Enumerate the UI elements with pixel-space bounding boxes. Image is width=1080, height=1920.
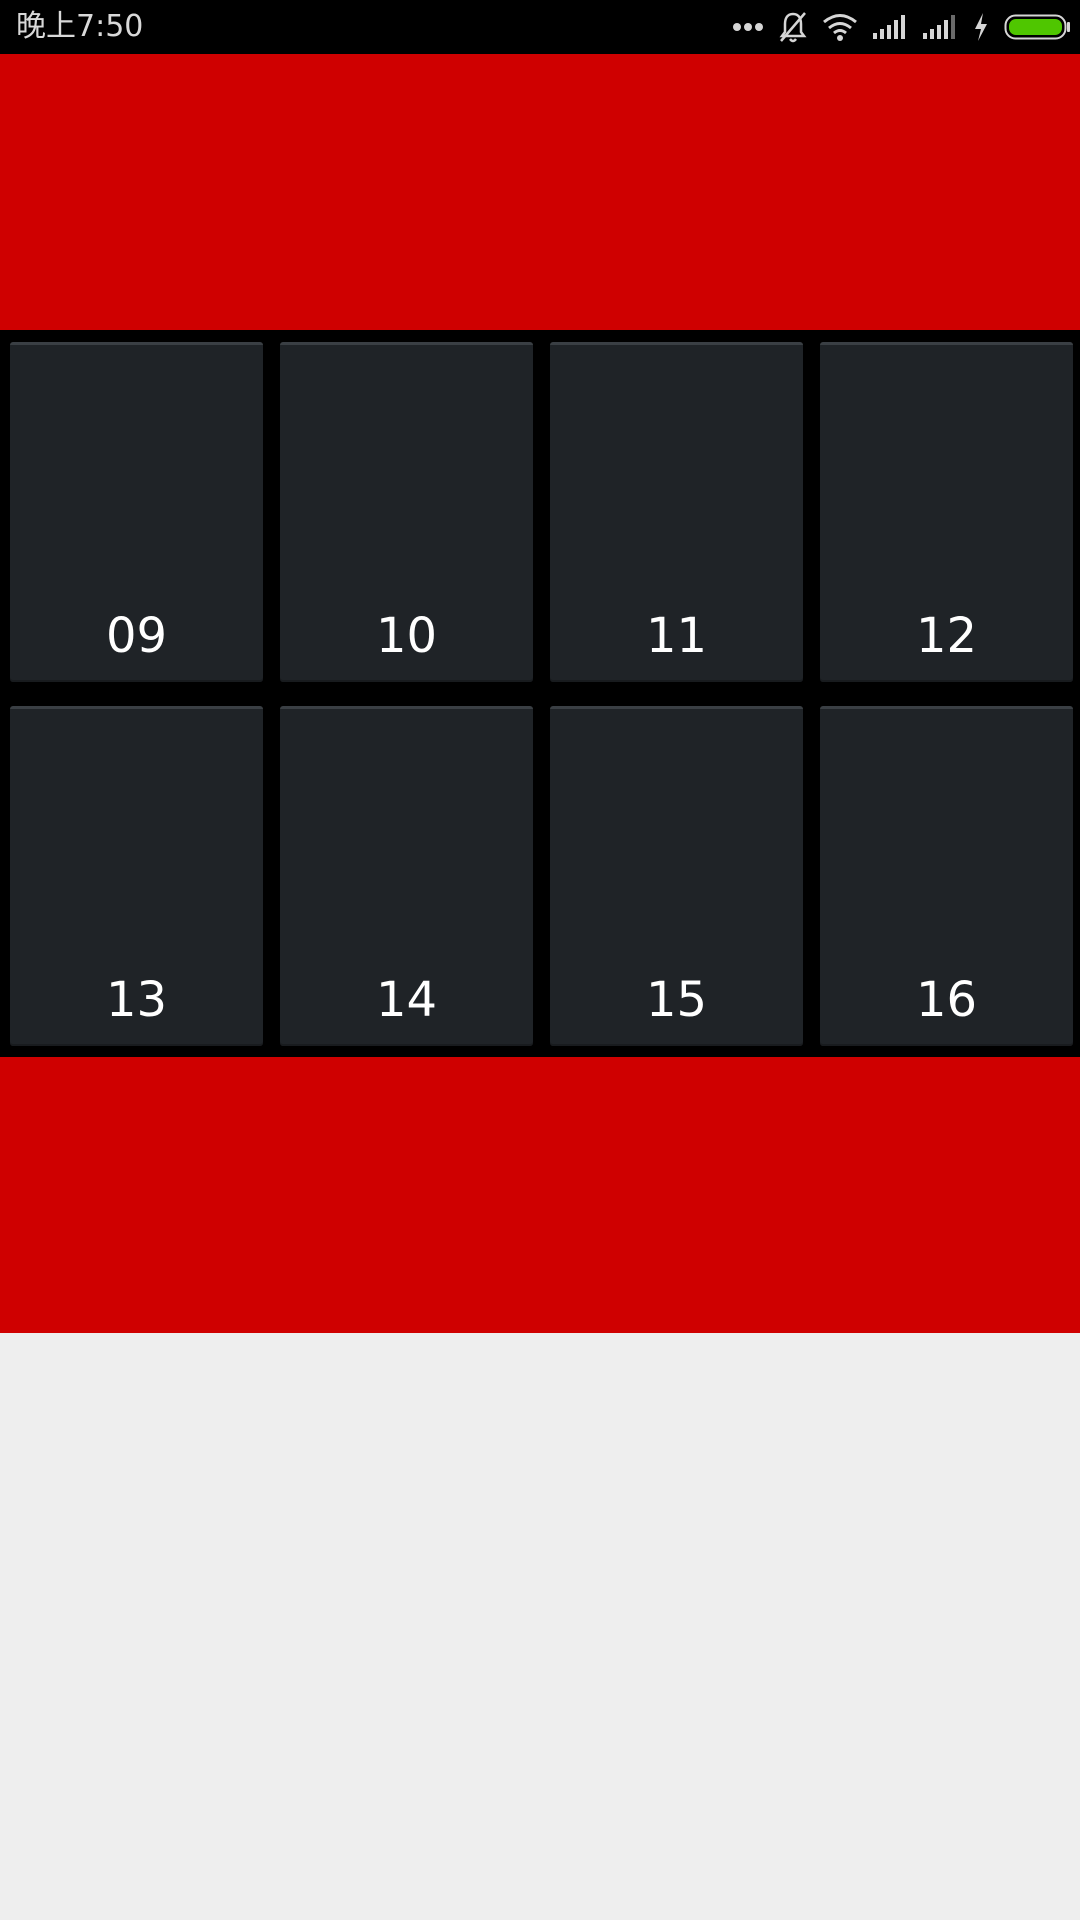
status-time: 晚上7:50 xyxy=(16,9,144,44)
empty-content-area xyxy=(0,1333,1080,1920)
tile-15[interactable]: 15 xyxy=(550,706,803,1046)
tile-label: 10 xyxy=(375,608,438,664)
tile-label: 13 xyxy=(105,972,168,1028)
tile-09[interactable]: 09 xyxy=(10,342,263,682)
status-bar: 晚上7:50 xyxy=(0,0,1080,54)
tile-label: 09 xyxy=(105,608,168,664)
tile-10[interactable]: 10 xyxy=(280,342,533,682)
tile-16[interactable]: 16 xyxy=(820,706,1073,1046)
tile-label: 12 xyxy=(915,608,978,664)
bell-muted-icon xyxy=(778,10,808,44)
tile-label: 15 xyxy=(645,972,708,1028)
charging-icon xyxy=(972,12,990,42)
tile-14[interactable]: 14 xyxy=(280,706,533,1046)
more-dots-icon xyxy=(732,21,764,33)
signal-icon xyxy=(872,13,908,41)
status-icons xyxy=(732,0,1070,54)
bottom-red-banner xyxy=(0,1057,1080,1333)
tile-label: 11 xyxy=(645,608,708,664)
battery-icon xyxy=(1004,13,1070,41)
tile-13[interactable]: 13 xyxy=(10,706,263,1046)
tile-grid: 09 10 11 12 13 14 15 16 xyxy=(0,330,1080,1057)
tile-label: 14 xyxy=(375,972,438,1028)
tile-11[interactable]: 11 xyxy=(550,342,803,682)
tile-12[interactable]: 12 xyxy=(820,342,1073,682)
tile-label: 16 xyxy=(915,972,978,1028)
wifi-icon xyxy=(822,13,858,41)
signal-icon xyxy=(922,13,958,41)
top-red-banner xyxy=(0,54,1080,330)
